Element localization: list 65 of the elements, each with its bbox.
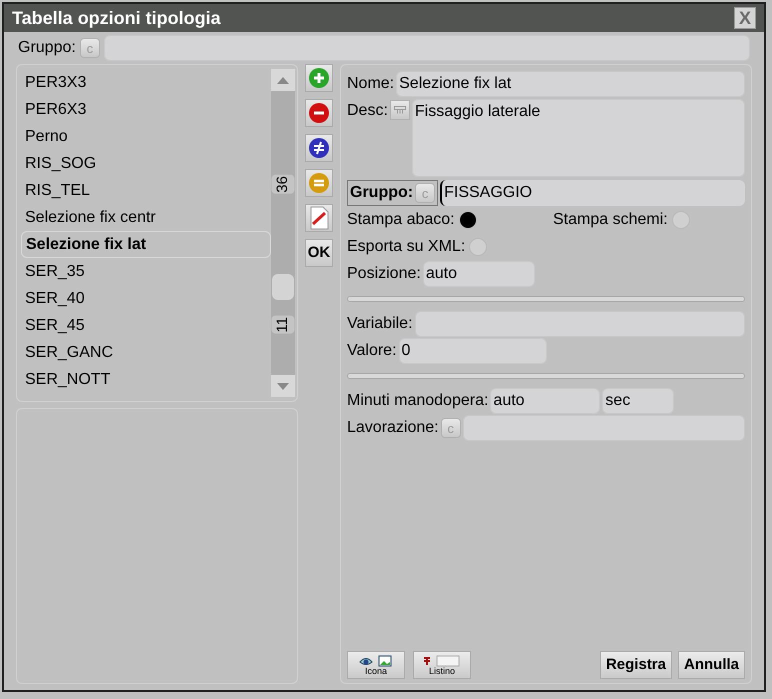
list-item[interactable]: SER_35 bbox=[21, 258, 271, 285]
field-label: Posizione: bbox=[347, 264, 421, 284]
save-button[interactable]: Registra bbox=[600, 651, 672, 679]
list-item[interactable]: Selezione fix centr bbox=[21, 204, 271, 231]
radio-button[interactable] bbox=[672, 211, 690, 229]
field-label: Nome: bbox=[347, 74, 394, 94]
eye-image-icon bbox=[359, 654, 393, 666]
scroll-count: 36 bbox=[272, 175, 294, 194]
up-arrow-icon bbox=[277, 76, 289, 84]
cancel-button[interactable]: Annulla bbox=[678, 651, 745, 679]
list-item[interactable]: RIS_SOG bbox=[21, 150, 271, 177]
equal-icon bbox=[308, 172, 330, 194]
text-field[interactable]: auto bbox=[422, 261, 535, 287]
list-item[interactable]: SER_GANC bbox=[21, 339, 271, 366]
field-label: Gruppo: bbox=[350, 183, 414, 203]
window-title: Tabella opzioni tipologia bbox=[12, 6, 221, 30]
price-tag-icon bbox=[423, 654, 461, 666]
plus-icon bbox=[308, 67, 330, 89]
field-label: Valore: bbox=[347, 341, 397, 361]
text-field[interactable]: sec bbox=[602, 388, 674, 414]
differ-button[interactable] bbox=[305, 134, 333, 162]
close-button[interactable]: X bbox=[734, 7, 756, 29]
description-field[interactable]: Fissaggio laterale bbox=[412, 99, 745, 177]
field-label: Desc: bbox=[347, 101, 388, 121]
down-arrow-icon bbox=[277, 382, 289, 390]
icon-button[interactable]: Icona bbox=[347, 651, 405, 679]
radio-button[interactable] bbox=[458, 211, 477, 229]
scroll-thumb[interactable] bbox=[272, 274, 294, 300]
scrollbar[interactable]: 36 11 bbox=[271, 69, 295, 397]
list-item[interactable]: SER_40 bbox=[21, 285, 271, 312]
alias-button[interactable] bbox=[305, 204, 333, 232]
list-item[interactable]: PER3X3 bbox=[21, 69, 271, 96]
scroll-count: 11 bbox=[272, 316, 294, 334]
group-selector[interactable]: Gruppo: c bbox=[347, 180, 438, 206]
field-label: Lavorazione: bbox=[347, 418, 439, 438]
text-field[interactable]: FISSAGGIO bbox=[440, 180, 745, 206]
field-label: Esporta su XML: bbox=[347, 237, 466, 257]
not-equal-icon bbox=[308, 137, 330, 159]
list-item[interactable]: SER_45 bbox=[21, 312, 271, 339]
list-item[interactable]: RIS_TEL bbox=[21, 177, 271, 204]
panel-icon bbox=[394, 106, 406, 114]
field-label: Minuti manodopera: bbox=[347, 391, 488, 411]
text-field[interactable]: auto bbox=[490, 388, 600, 414]
equal-button[interactable] bbox=[305, 169, 333, 197]
list-item[interactable]: PER6X3 bbox=[21, 96, 271, 123]
list-item[interactable]: Perno bbox=[21, 123, 271, 150]
minus-icon bbox=[308, 102, 330, 124]
field-label: Stampa schemi: bbox=[553, 210, 668, 230]
field-label: Variabile: bbox=[347, 314, 413, 334]
scroll-down-button[interactable] bbox=[271, 375, 295, 397]
add-button[interactable] bbox=[305, 64, 333, 92]
field-label: Gruppo: bbox=[18, 38, 76, 58]
document-icon bbox=[309, 206, 329, 230]
field-label: Stampa abaco: bbox=[347, 210, 455, 230]
list-item[interactable]: SER_NOTT bbox=[21, 366, 271, 393]
ok-button[interactable]: OK bbox=[305, 239, 333, 267]
text-field[interactable]: 0 bbox=[398, 338, 547, 364]
text-field[interactable]: Selezione fix lat bbox=[396, 71, 745, 97]
list-item[interactable]: Selezione fix lat bbox=[21, 231, 271, 258]
scroll-up-button[interactable] bbox=[271, 69, 295, 91]
text-editor-button[interactable] bbox=[390, 100, 410, 120]
radio-button[interactable] bbox=[469, 238, 488, 256]
price-list-button[interactable]: Listino bbox=[413, 651, 471, 679]
text-field[interactable] bbox=[462, 415, 745, 441]
remove-button[interactable] bbox=[305, 99, 333, 127]
